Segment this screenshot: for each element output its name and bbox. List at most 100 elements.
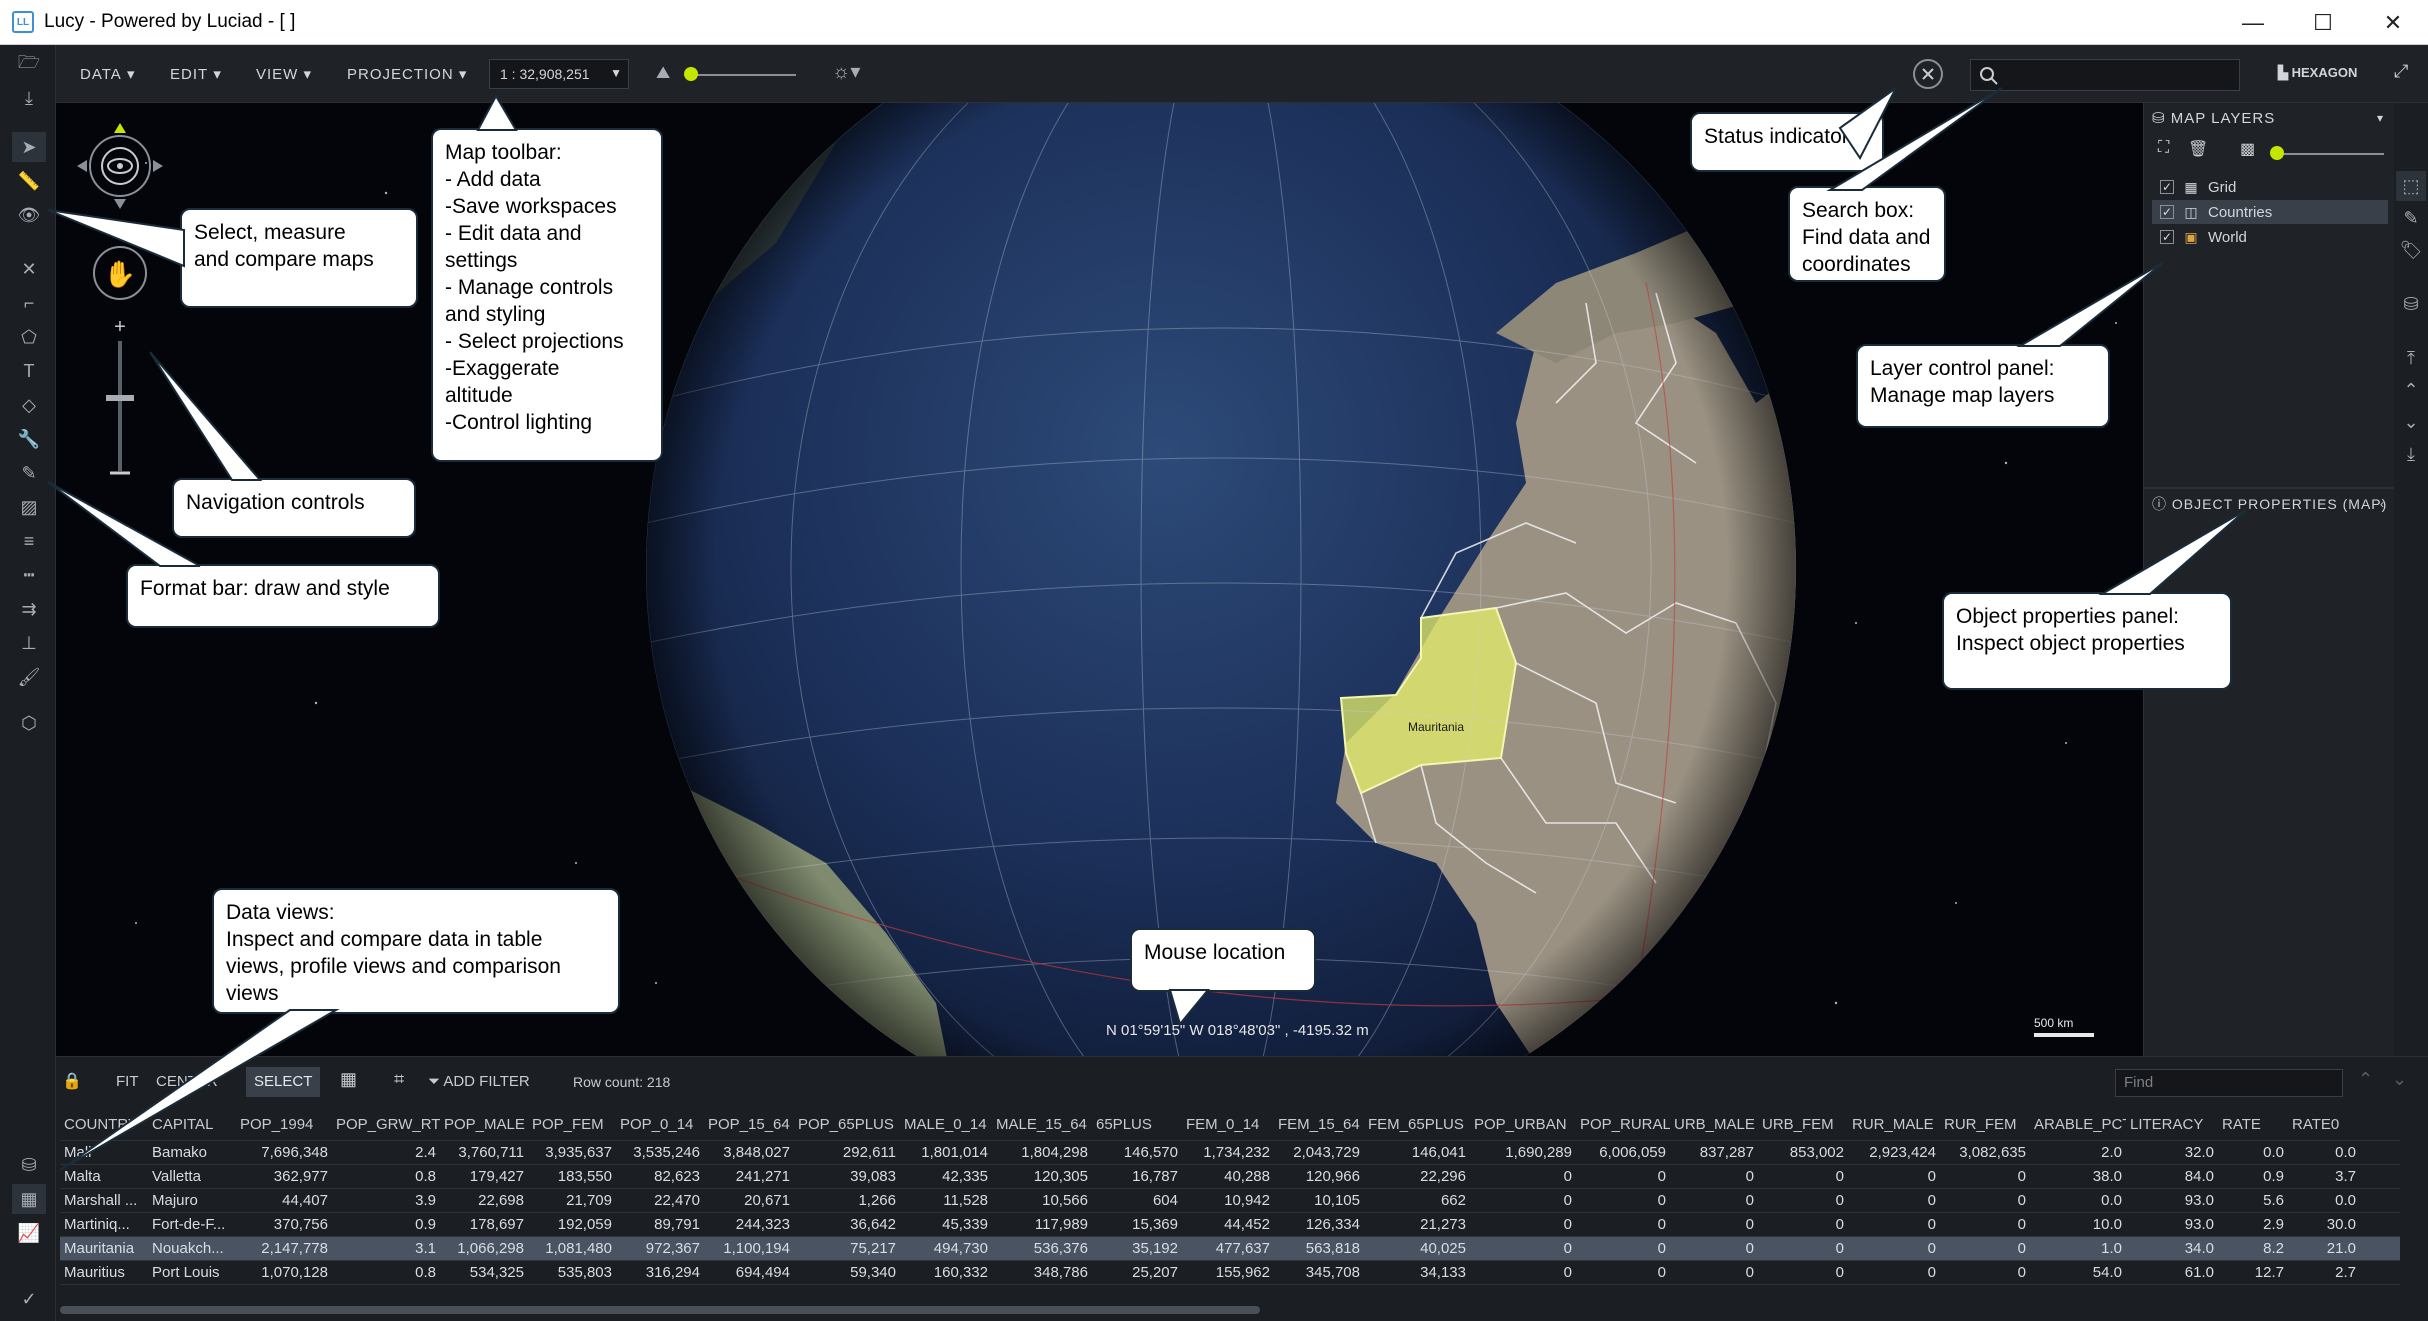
column-header[interactable]: LITERACY <box>2126 1113 2218 1140</box>
status-indicator-icon[interactable] <box>1911 57 1945 91</box>
table-options-icon[interactable]: ▦ <box>340 1069 357 1090</box>
table-row[interactable]: Malta Valletta 362,977 0.8 179,427 183,550 82,… <box>60 1165 2400 1189</box>
minimize-icon[interactable]: — <box>2218 0 2288 45</box>
zoom-in-icon[interactable]: + <box>114 316 126 338</box>
find-next-icon[interactable]: ⌄ <box>2392 1069 2407 1090</box>
layer-item-countries[interactable]: ✓ ◫ Countries <box>2152 200 2388 224</box>
altitude-slider-knob[interactable] <box>684 67 698 81</box>
menu-edit[interactable]: EDIT ▾ <box>170 45 222 103</box>
eye-compare-icon[interactable]: 👁 <box>12 200 46 230</box>
lock-icon[interactable]: 🔒 <box>62 1071 82 1091</box>
column-header[interactable]: POP_15_64 <box>704 1113 794 1140</box>
column-header[interactable]: POP_GRW_RT <box>332 1113 440 1140</box>
column-header[interactable]: MALE_0_14 <box>900 1113 992 1140</box>
menu-projection[interactable]: PROJECTION ▾ <box>347 45 467 103</box>
altitude-slider-track[interactable] <box>686 74 796 76</box>
check-circle-icon[interactable]: ✓ <box>12 1284 46 1314</box>
layer-checkbox[interactable]: ✓ <box>2160 230 2174 244</box>
measure-icon[interactable]: 📏 <box>12 166 46 196</box>
layer-item-world[interactable]: ✓ ▣ World <box>2152 225 2388 249</box>
crop-icon[interactable]: ⌗ <box>394 1069 404 1090</box>
arrow-style-icon[interactable]: ⇉ <box>12 594 46 624</box>
maximize-icon[interactable]: ☐ <box>2288 0 2358 45</box>
object-properties-header[interactable]: ⓘ OBJECT PROPERTIES (MAP) ‹ <box>2144 489 2395 519</box>
profile-chart-icon[interactable]: 📈 <box>12 1218 46 1248</box>
download-icon[interactable]: ⤓ <box>12 83 46 113</box>
column-header[interactable]: POP_65PLUS <box>794 1113 900 1140</box>
table-horizontal-scrollbar[interactable] <box>60 1306 1260 1314</box>
menu-view[interactable]: VIEW ▾ <box>256 45 312 103</box>
vertex-icon[interactable]: ⬡ <box>12 708 46 738</box>
edit-layer-icon[interactable]: ✎ <box>2396 203 2426 233</box>
table-row[interactable]: Mali Bamako 7,696,348 2.4 3,760,711 3,935,637… <box>60 1141 2400 1165</box>
fill-icon[interactable]: ▨ <box>12 492 46 522</box>
shapes-icon[interactable]: ◇ <box>12 390 46 420</box>
anchor-icon[interactable]: ⊥ <box>12 628 46 658</box>
close-icon[interactable]: ✕ <box>2358 0 2428 45</box>
column-header[interactable]: RUR_FEM <box>1940 1113 2030 1140</box>
paint-roller-icon[interactable]: 🖌 <box>12 662 46 692</box>
column-header[interactable]: FEM_65PLUS <box>1364 1113 1470 1140</box>
column-header[interactable]: FEM_0_14 <box>1182 1113 1274 1140</box>
line-style-icon[interactable]: ┅ <box>12 560 46 590</box>
layer-opacity-knob[interactable] <box>2270 146 2284 160</box>
scale-select[interactable]: 1 : 32,908,251 ▼ <box>489 59 629 89</box>
select-arrow-icon[interactable]: ➤ <box>12 132 46 162</box>
column-header[interactable]: POP_RURAL <box>1576 1113 1670 1140</box>
select-button[interactable]: SELECT <box>246 1067 321 1097</box>
fit-layer-icon[interactable]: ⛶ <box>2158 139 2169 157</box>
column-header[interactable]: MALE_15_64 <box>992 1113 1092 1140</box>
lighting-icon[interactable]: ☼▾ <box>832 59 860 84</box>
pencil-icon[interactable]: ✎ <box>12 458 46 488</box>
polyline-icon[interactable]: ⌐ <box>12 288 46 318</box>
column-header[interactable]: POP_MALE <box>440 1113 528 1140</box>
fullscreen-icon[interactable]: ⤢ <box>2394 61 2408 82</box>
wrench-icon[interactable]: 🔧 <box>12 424 46 454</box>
fit-button[interactable]: FIT <box>116 1073 139 1090</box>
column-header[interactable]: 65PLUS <box>1092 1113 1182 1140</box>
column-header[interactable]: POP_1994 <box>236 1113 332 1140</box>
column-header[interactable]: RATE <box>2218 1113 2288 1140</box>
chevron-down-icon[interactable]: ▾ <box>2377 111 2384 125</box>
cancel-draw-icon[interactable]: ✕ <box>12 254 46 284</box>
layer-item-grid[interactable]: ✓ ▦ Grid <box>2152 175 2388 199</box>
column-header[interactable]: ARABLE_PCT <box>2030 1113 2126 1140</box>
layer-opacity-track[interactable] <box>2274 153 2384 155</box>
find-input[interactable]: Find <box>2115 1069 2343 1097</box>
table-row[interactable]: Marshall ... Majuro 44,407 3.9 22,698 21,709 2… <box>60 1189 2400 1213</box>
column-header[interactable]: POP_URBAN <box>1470 1113 1576 1140</box>
move-top-icon[interactable]: ⤒ <box>2396 343 2426 373</box>
search-input[interactable] <box>1970 59 2240 91</box>
layer-select-icon[interactable]: ⬚ <box>2396 171 2426 201</box>
center-button[interactable]: CENTER <box>156 1073 218 1090</box>
move-down-icon[interactable]: ⌄ <box>2396 407 2426 437</box>
line-weight-icon[interactable]: ≡ <box>12 526 46 556</box>
column-header[interactable]: RATE0 <box>2288 1113 2360 1140</box>
chevron-left-icon[interactable]: ‹ <box>2380 497 2385 511</box>
column-header[interactable]: POP_0_14 <box>616 1113 704 1140</box>
tag-icon[interactable]: 🏷 <box>2396 235 2426 265</box>
column-header[interactable]: URB_MALE <box>1670 1113 1758 1140</box>
column-header[interactable]: POP_FEM <box>528 1113 616 1140</box>
polygon-icon[interactable]: ⬠ <box>12 322 46 352</box>
menu-data[interactable]: DATA ▾ <box>80 45 135 103</box>
column-header[interactable]: FEM_15_64 <box>1274 1113 1364 1140</box>
table-row[interactable]: Mauritania Nouakch... 2,147,778 3.1 1,066,29… <box>60 1237 2400 1261</box>
pan-hand-control[interactable]: ✋ <box>93 246 147 300</box>
trash-icon[interactable]: 🗑 <box>2188 139 2208 159</box>
column-header[interactable]: CAPITAL <box>148 1113 236 1140</box>
layers-stack-icon[interactable]: ⛁ <box>12 1150 46 1180</box>
move-up-icon[interactable]: ⌃ <box>2396 375 2426 405</box>
table-row[interactable]: Mauritius Port Louis 1,070,128 0.8 534,325 53… <box>60 1261 2400 1285</box>
column-header[interactable]: URB_FEM <box>1758 1113 1848 1140</box>
navigation-compass[interactable] <box>77 123 163 209</box>
layer-checkbox[interactable]: ✓ <box>2160 205 2174 219</box>
zoom-slider[interactable]: + <box>106 316 134 475</box>
table-view-icon[interactable]: ▦ <box>12 1184 46 1214</box>
layer-checkbox[interactable]: ✓ <box>2160 180 2174 194</box>
move-bottom-icon[interactable]: ⤓ <box>2396 439 2426 469</box>
column-header[interactable]: RUR_MALE <box>1848 1113 1940 1140</box>
open-folder-icon[interactable]: 🗁 <box>12 50 46 80</box>
column-header[interactable]: COUNTRY <box>60 1113 148 1140</box>
text-tool-icon[interactable]: T <box>12 356 46 386</box>
